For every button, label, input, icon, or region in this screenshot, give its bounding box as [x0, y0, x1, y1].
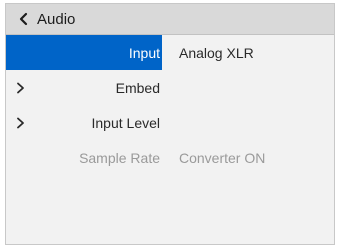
embed-label: Embed	[115, 79, 160, 96]
chevron-right-icon	[17, 117, 24, 128]
setting-labels-column: Input Embed Input Level Sample Rate	[6, 35, 162, 244]
menu-row-embed[interactable]: Embed	[6, 70, 162, 105]
embed-value-row	[169, 70, 334, 105]
setting-values-column: Analog XLR Converter ON	[169, 35, 334, 244]
back-button[interactable]: Audio	[6, 4, 334, 35]
input-value-row[interactable]: Analog XLR	[169, 35, 334, 70]
sample-rate-value-row: Converter ON	[169, 140, 334, 175]
menu-row-sample-rate: Sample Rate	[6, 140, 162, 175]
menu-row-input-level[interactable]: Input Level	[6, 105, 162, 140]
menu-title: Audio	[37, 10, 76, 28]
input-level-label: Input Level	[91, 114, 161, 131]
chevron-left-icon	[19, 12, 28, 26]
input-label: Input	[128, 44, 160, 61]
audio-menu-panel: Audio Input Embed Input Level Sample Rat…	[5, 3, 335, 245]
chevron-right-icon	[17, 82, 24, 93]
menu-row-input[interactable]: Input	[6, 35, 162, 70]
sample-rate-label: Sample Rate	[79, 149, 160, 166]
input-value: Analog XLR	[179, 44, 254, 61]
input-level-value-row	[169, 105, 334, 140]
sample-rate-value: Converter ON	[179, 149, 266, 166]
